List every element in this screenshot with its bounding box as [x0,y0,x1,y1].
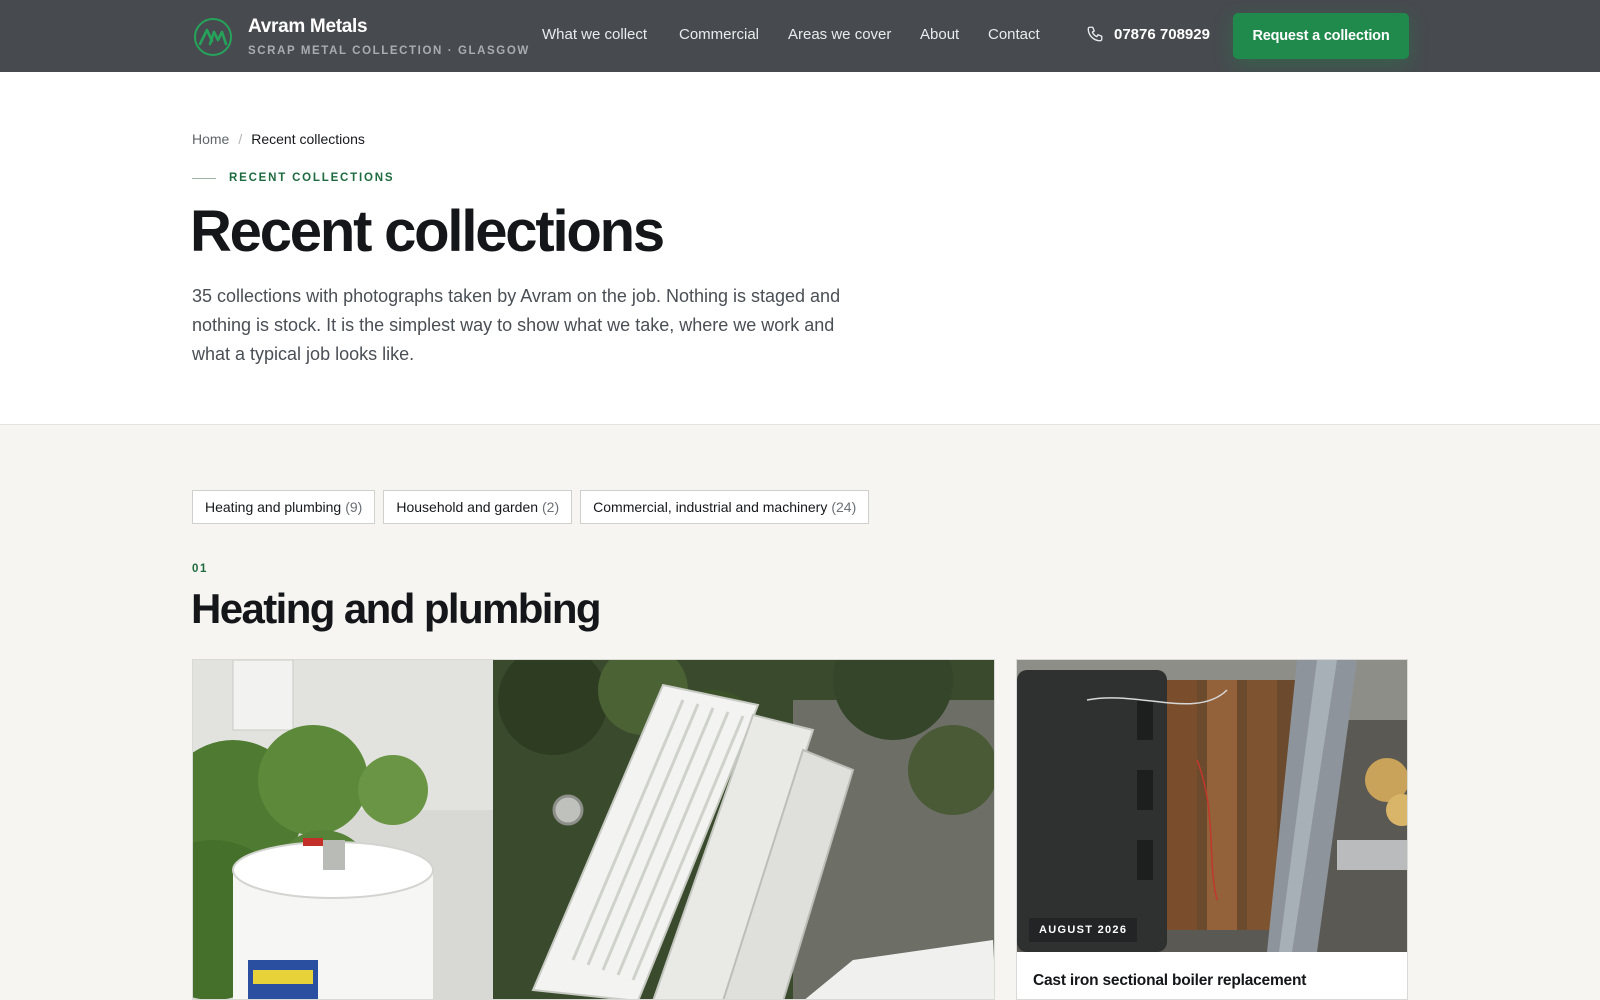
page-hero: Home / Recent collections RECENT COLLECT… [0,72,1600,425]
page-title: Recent collections [190,199,665,264]
breadcrumb: Home / Recent collections [192,131,365,147]
nav-commercial[interactable]: Commercial [679,26,759,43]
filter-label: Commercial, industrial and machinery [593,499,828,515]
radiators-and-cylinder-photo [193,660,994,999]
filter-count: (24) [831,499,857,515]
eyebrow-line [192,177,216,179]
nav-what-we-collect[interactable]: What we collect [542,26,647,43]
request-collection-button[interactable]: Request a collection [1233,13,1409,59]
filter-count: (2) [542,499,560,515]
collection-card-boiler[interactable]: AUGUST 2026 Cast iron sectional boiler r… [1016,659,1408,1000]
section-title: Heating and plumbing [191,585,602,632]
filter-commercial-industrial[interactable]: Commercial, industrial and machinery (24… [580,490,870,524]
filter-label: Household and garden [396,499,539,515]
filter-count: (9) [345,499,363,515]
cast-iron-boiler-photo [1017,660,1407,952]
eyebrow: RECENT COLLECTIONS [192,172,394,184]
section-number: 01 [192,563,208,575]
brand-tagline: SCRAP METAL COLLECTION · GLASGOW [248,45,530,57]
filter-heating-plumbing[interactable]: Heating and plumbing (9) [192,490,376,524]
am-monogram-icon[interactable] [193,17,233,57]
nav-contact[interactable]: Contact [988,26,1040,43]
phone-link[interactable]: 07876 708929 [1086,25,1210,43]
breadcrumb-separator: / [238,131,243,147]
breadcrumb-current: Recent collections [251,131,365,147]
nav-areas-we-cover[interactable]: Areas we cover [788,26,891,43]
site-header: Avram Metals SCRAP METAL COLLECTION · GL… [0,0,1600,72]
filter-household-garden[interactable]: Household and garden (2) [383,490,573,524]
card-title: Cast iron sectional boiler replacement [1033,972,1307,989]
collections-section: Heating and plumbing (9) Household and g… [0,425,1600,1000]
collection-card-radiators[interactable] [192,659,995,1000]
category-filters: Heating and plumbing (9) Household and g… [192,490,870,524]
phone-icon [1087,26,1103,42]
filter-label: Heating and plumbing [205,499,342,515]
breadcrumb-home[interactable]: Home [192,131,229,147]
brand-name[interactable]: Avram Metals [248,16,368,38]
phone-number: 07876 708929 [1114,25,1210,43]
eyebrow-text: RECENT COLLECTIONS [229,172,395,184]
nav-about[interactable]: About [920,26,959,43]
date-badge: AUGUST 2026 [1029,918,1138,942]
page-lead: 35 collections with photographs taken by… [192,286,841,364]
